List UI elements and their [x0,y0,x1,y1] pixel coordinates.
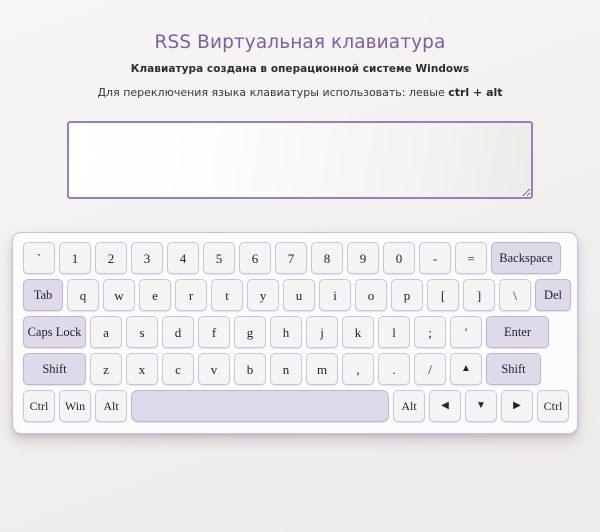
key-g[interactable]: g [234,316,266,348]
key-tab[interactable]: Tab [23,279,63,311]
key-arrow-up[interactable]: ▲ [450,353,482,385]
page-title: RSS Виртуальная клавиатура [154,32,446,53]
page-header: RSS Виртуальная клавиатура Клавиатура со… [0,0,600,99]
key-space[interactable] [131,390,389,422]
key-arrow-down[interactable]: ▼ [465,390,497,422]
key-backquote[interactable]: ` [23,242,55,274]
key-capslock[interactable]: Caps Lock [23,316,86,348]
row-shift: Shift z x c v b n m,. / ▲ Shift [23,353,567,385]
key-arrow-left[interactable]: ◀ [429,390,461,422]
key-bracketleft[interactable]: [ [427,279,459,311]
key-arrow-right[interactable]: ▶ [501,390,533,422]
key-backslash[interactable]: \ [499,279,531,311]
key-j[interactable]: j [306,316,338,348]
key-k[interactable]: k [342,316,374,348]
key-delete[interactable]: Del [535,279,571,311]
key-equal[interactable]: = [455,242,487,274]
key-bracketright[interactable]: ] [463,279,495,311]
row-modifiers: Ctrl Win Alt Alt ◀ ▼ ▶ Ctrl [23,390,569,422]
key-d[interactable]: d [162,316,194,348]
key-6[interactable]: 6 [239,242,271,274]
key-ctrl-right[interactable]: Ctrl [537,390,569,422]
key-alt-left[interactable]: Alt [95,390,127,422]
key-minus[interactable]: - [419,242,451,274]
key-win[interactable]: Win [59,390,91,422]
key-z[interactable]: z [90,353,122,385]
output-area-wrap [67,121,533,200]
key-ctrl-left[interactable]: Ctrl [23,390,55,422]
key-8[interactable]: 8 [311,242,343,274]
key-b[interactable]: b [234,353,266,385]
key-r[interactable]: r [175,279,207,311]
key-slash[interactable]: / [414,353,446,385]
key-t[interactable]: t [211,279,243,311]
key-0[interactable]: 0 [383,242,415,274]
page-root: RSS Виртуальная клавиатура Клавиатура со… [0,0,600,532]
virtual-keyboard[interactable]: ` 1 2 3 4 5 6 7 8 9 0- = Backspace Tab q w e r t y u i o p[] \ De… [12,232,578,434]
row-home: Caps Lock a s d f g h j k l; ' Enter [23,316,567,348]
key-m[interactable]: m [306,353,338,385]
key-u[interactable]: u [283,279,315,311]
key-l[interactable]: l [378,316,410,348]
key-4[interactable]: 4 [167,242,199,274]
key-period[interactable]: . [378,353,410,385]
hint-shortcut: ctrl + alt [448,86,503,100]
key-f[interactable]: f [198,316,230,348]
key-c[interactable]: c [162,353,194,385]
row-digits: ` 1 2 3 4 5 6 7 8 9 0- = Backspace [23,242,567,274]
page-subtitle: Клавиатура создана в операционной систем… [130,63,470,76]
key-comma[interactable]: , [342,353,374,385]
key-q[interactable]: q [67,279,99,311]
language-switch-hint: Для переключения языка клавиатуры исполь… [0,86,600,99]
keyboard-output-textarea[interactable] [67,121,533,200]
key-quote[interactable]: ' [450,316,482,348]
key-n[interactable]: n [270,353,302,385]
key-7[interactable]: 7 [275,242,307,274]
key-shift-left[interactable]: Shift [23,353,86,385]
key-o[interactable]: o [355,279,387,311]
key-h[interactable]: h [270,316,302,348]
key-s[interactable]: s [126,316,158,348]
key-enter[interactable]: Enter [486,316,549,348]
key-2[interactable]: 2 [95,242,127,274]
key-y[interactable]: y [247,279,279,311]
hint-text: Для переключения языка клавиатуры исполь… [97,86,449,100]
key-1[interactable]: 1 [59,242,91,274]
key-9[interactable]: 9 [347,242,379,274]
key-3[interactable]: 3 [131,242,163,274]
key-p[interactable]: p [391,279,423,311]
row-qwerty: Tab q w e r t y u i o p[] \ Del [23,279,571,311]
key-e[interactable]: e [139,279,171,311]
key-backspace[interactable]: Backspace [491,242,561,274]
key-semicolon[interactable]: ; [414,316,446,348]
key-w[interactable]: w [103,279,135,311]
key-shift-right[interactable]: Shift [486,353,541,385]
key-alt-right[interactable]: Alt [393,390,425,422]
key-a[interactable]: a [90,316,122,348]
key-x[interactable]: x [126,353,158,385]
key-v[interactable]: v [198,353,230,385]
key-i[interactable]: i [319,279,351,311]
key-5[interactable]: 5 [203,242,235,274]
